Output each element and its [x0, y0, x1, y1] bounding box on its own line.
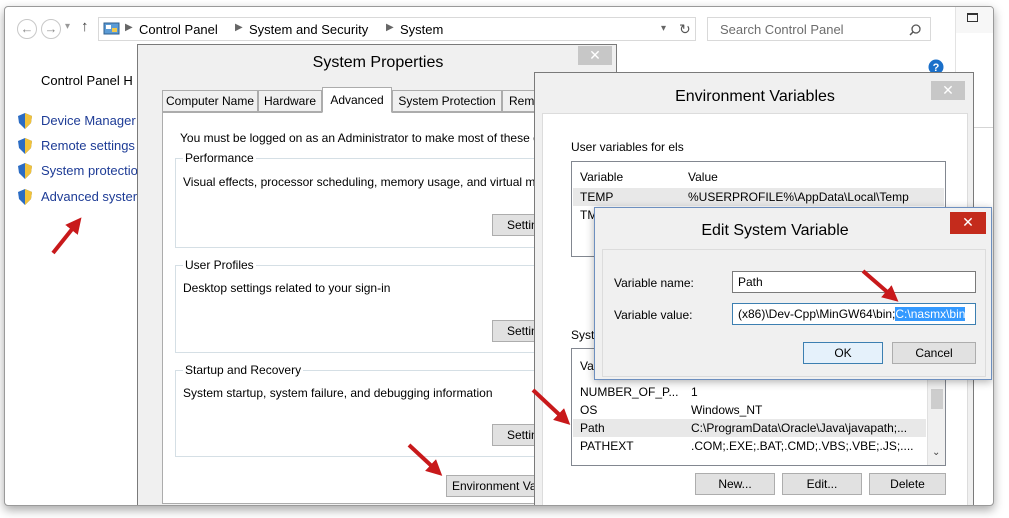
breadcrumb-sep-icon: ▶ — [235, 22, 243, 33]
screenshot-frame: ← → ▾ ↑ ▶ Control Panel ▶ System and Sec… — [4, 6, 994, 506]
user-var-name: TEMP — [580, 190, 614, 204]
refresh-icon[interactable]: ↻ — [679, 21, 691, 38]
breadcrumb-control-panel[interactable]: Control Panel — [139, 22, 218, 37]
variable-name-label: Variable name: — [614, 276, 694, 290]
search-box[interactable]: Search Control Panel — [707, 17, 931, 41]
sys-var-value: C:\ProgramData\Oracle\Java\javapath;... — [691, 421, 908, 435]
left-link-row[interactable] — [18, 189, 32, 208]
column-header-variable[interactable]: Variable — [580, 170, 623, 184]
forward-button[interactable]: → — [41, 19, 61, 39]
cancel-button[interactable]: Cancel — [892, 342, 976, 364]
shield-icon — [18, 138, 32, 154]
left-link-row[interactable] — [18, 138, 32, 157]
system-protection-link[interactable]: System protectio — [41, 163, 138, 178]
breadcrumb-system[interactable]: System — [400, 22, 443, 37]
delete-button[interactable]: Delete — [869, 473, 946, 495]
column-header-value[interactable]: Value — [688, 170, 718, 184]
search-input[interactable]: Search Control Panel — [720, 22, 844, 37]
edit-system-variable-dialog: Edit System Variable ✕ Variable name: Pa… — [594, 207, 992, 380]
variable-value-text: (x86)\Dev-Cpp\MinGW64\bin; — [738, 307, 896, 321]
address-bar[interactable]: ▶ Control Panel ▶ System and Security ▶ … — [98, 17, 696, 41]
performance-desc: Visual effects, processor scheduling, me… — [183, 175, 543, 189]
arrow-to-advanced-settings — [51, 217, 82, 255]
close-button[interactable]: ✕ — [931, 81, 965, 100]
address-dropdown-icon[interactable]: ▾ — [661, 23, 666, 34]
scrollbar-thumb[interactable] — [931, 389, 943, 409]
startup-recovery-desc: System startup, system failure, and debu… — [183, 386, 493, 400]
remote-settings-link[interactable]: Remote settings — [41, 138, 135, 153]
left-link-row[interactable] — [18, 163, 32, 182]
breadcrumb-sep-icon: ▶ — [125, 22, 133, 33]
sys-var-value: .COM;.EXE;.BAT;.CMD;.VBS;.VBE;.JS;.... — [691, 439, 914, 453]
breadcrumb-sep-icon: ▶ — [386, 22, 394, 33]
tab-computer-name[interactable]: Computer Name — [162, 90, 258, 112]
tab-advanced[interactable]: Advanced — [322, 87, 392, 113]
scroll-down-icon[interactable]: ⌄ — [932, 447, 940, 458]
user-variables-label: User variables for els — [571, 140, 684, 154]
advanced-system-settings-link[interactable]: Advanced syster — [41, 189, 137, 204]
device-manager-link[interactable]: Device Manager — [41, 113, 136, 128]
user-var-value: %USERPROFILE%\AppData\Local\Temp — [688, 190, 909, 204]
dialog-title: Environment Variables — [675, 88, 835, 105]
sys-var-value: Windows_NT — [691, 403, 763, 417]
tab-system-protection[interactable]: System Protection — [392, 90, 502, 112]
variable-value-field[interactable]: (x86)\Dev-Cpp\MinGW64\bin;C:\nasmx\bin — [732, 303, 976, 325]
close-button[interactable]: ✕ — [950, 212, 986, 234]
window-controls — [955, 7, 993, 33]
dialog-title: System Properties — [312, 54, 444, 71]
new-button[interactable]: New... — [695, 473, 775, 495]
variable-name-field[interactable]: Path — [732, 271, 976, 293]
shield-icon — [18, 163, 32, 179]
breadcrumb-system-security[interactable]: System and Security — [249, 22, 368, 37]
variable-value-label: Variable value: — [614, 308, 693, 322]
recent-dropdown-icon[interactable]: ▾ — [65, 21, 70, 32]
user-profiles-desc: Desktop settings related to your sign-in — [183, 281, 391, 295]
performance-label: Performance — [183, 151, 256, 165]
control-panel-home-link[interactable]: Control Panel H — [41, 73, 133, 88]
sys-var-name: NUMBER_OF_P... — [580, 385, 679, 399]
left-link-row[interactable] — [18, 113, 32, 132]
control-panel-icon — [103, 22, 120, 35]
close-button[interactable]: ✕ — [578, 46, 612, 65]
edit-button[interactable]: Edit... — [782, 473, 862, 495]
dialog-title: Edit System Variable — [701, 222, 849, 239]
tab-hardware[interactable]: Hardware — [258, 90, 322, 112]
sys-var-name: PATHEXT — [580, 439, 634, 453]
shield-icon — [18, 189, 32, 205]
up-button[interactable]: ↑ — [81, 18, 89, 35]
variable-value-selection: C:\nasmx\bin — [895, 307, 966, 321]
admin-note: You must be logged on as an Administrato… — [180, 131, 540, 145]
sys-var-value: 1 — [691, 385, 698, 399]
maximize-icon[interactable] — [967, 13, 978, 22]
ok-button[interactable]: OK — [803, 342, 883, 364]
back-button[interactable]: ← — [17, 19, 37, 39]
sys-var-name: OS — [580, 403, 598, 417]
startup-recovery-label: Startup and Recovery — [183, 363, 304, 377]
user-profiles-label: User Profiles — [183, 258, 256, 272]
search-icon[interactable] — [909, 24, 921, 36]
sys-var-name: Path — [580, 421, 605, 435]
shield-icon — [18, 113, 32, 129]
